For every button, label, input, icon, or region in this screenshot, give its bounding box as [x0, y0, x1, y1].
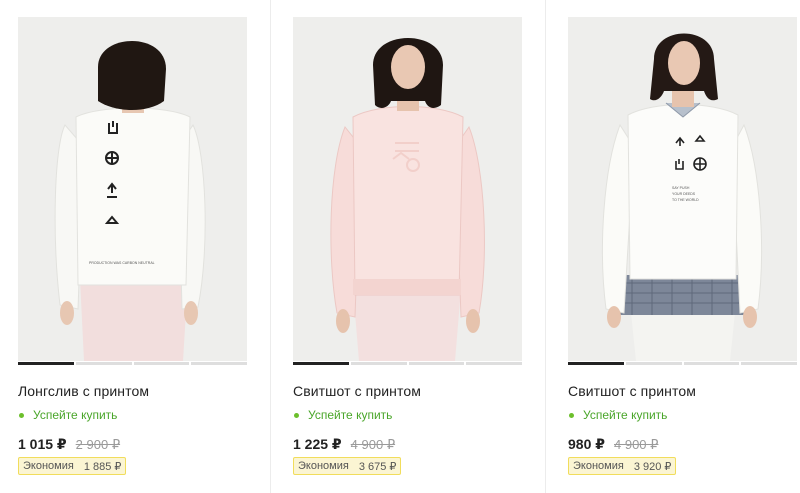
slider-dot[interactable]: [568, 362, 624, 365]
savings-badge: Экономия 3 920 ₽: [568, 457, 677, 475]
old-price: 4 900 ₽: [350, 437, 396, 452]
savings-amount: 1 885 ₽: [83, 460, 122, 473]
slider-dot[interactable]: [75, 362, 132, 365]
product-image[interactable]: PRODUCTION WAS CARBON NEUTRAL: [18, 17, 247, 361]
current-price: 1 225 ₽: [293, 436, 342, 452]
product-title[interactable]: Свитшот с принтом: [293, 383, 421, 399]
availability-status: Успейте купить: [293, 408, 392, 422]
status-text: Успейте купить: [33, 408, 118, 422]
product-image[interactable]: SAY PUSH YOUR DEEDS TO THE WORLD: [568, 17, 797, 361]
savings-badge: Экономия 1 885 ₽: [18, 457, 127, 475]
old-price: 4 900 ₽: [614, 437, 659, 452]
status-dot-icon: [569, 412, 574, 418]
svg-text:YOUR DEEDS: YOUR DEEDS: [672, 192, 696, 196]
status-dot-icon: [294, 412, 299, 418]
image-slider-indicator[interactable]: [293, 362, 522, 366]
status-text: Успейте купить: [308, 408, 393, 422]
image-slider-indicator[interactable]: [18, 362, 247, 366]
old-price: 2 900 ₽: [75, 437, 121, 452]
column-divider: [270, 0, 271, 493]
slider-dot[interactable]: [18, 362, 74, 365]
slider-dot[interactable]: [466, 362, 522, 365]
savings-amount: 3 920 ₽: [633, 460, 672, 473]
column-divider: [545, 0, 546, 493]
savings-badge: Экономия 3 675 ₽: [293, 457, 402, 475]
product-title[interactable]: Свитшот с принтом: [568, 383, 696, 399]
slider-dot[interactable]: [408, 362, 465, 365]
savings-label: Экономия: [23, 460, 74, 472]
slider-dot[interactable]: [350, 362, 407, 365]
svg-text:SAY PUSH: SAY PUSH: [672, 186, 690, 190]
savings-amount: 3 675 ₽: [358, 460, 397, 473]
slider-dot[interactable]: [625, 362, 682, 365]
svg-text:TO THE WORLD: TO THE WORLD: [672, 198, 699, 202]
status-dot-icon: [19, 412, 24, 418]
current-price: 980 ₽: [568, 436, 605, 452]
product-title[interactable]: Лонгслив с принтом: [18, 383, 149, 399]
savings-label: Экономия: [298, 460, 349, 472]
slider-dot[interactable]: [293, 362, 349, 365]
product-card[interactable]: Свитшот с принтом Успейте купить 1 225 ₽…: [293, 0, 527, 493]
slider-dot[interactable]: [133, 362, 190, 365]
woman-front-pink-sweatshirt-icon: [293, 17, 522, 361]
slider-dot[interactable]: [191, 362, 247, 365]
slider-dot[interactable]: [683, 362, 740, 365]
availability-status: Успейте купить: [568, 408, 667, 422]
price-block: 980 ₽ 4 900 ₽: [568, 436, 658, 453]
status-text: Успейте купить: [583, 408, 668, 422]
product-card[interactable]: PRODUCTION WAS CARBON NEUTRAL Лонгслив с…: [18, 0, 252, 493]
price-block: 1 015 ₽ 2 900 ₽: [18, 436, 120, 453]
price-block: 1 225 ₽ 4 900 ₽: [293, 436, 395, 453]
product-grid: PRODUCTION WAS CARBON NEUTRAL Лонгслив с…: [0, 0, 800, 493]
savings-label: Экономия: [573, 460, 624, 472]
slider-dot[interactable]: [741, 362, 797, 365]
image-slider-indicator[interactable]: [568, 362, 797, 366]
product-card[interactable]: SAY PUSH YOUR DEEDS TO THE WORLD Свитшот…: [568, 0, 800, 493]
woman-back-white-longsleeve-icon: PRODUCTION WAS CARBON NEUTRAL: [18, 17, 247, 361]
availability-status: Успейте купить: [18, 408, 117, 422]
woman-front-white-sweatshirt-icon: SAY PUSH YOUR DEEDS TO THE WORLD: [568, 17, 797, 361]
svg-text:PRODUCTION WAS CARBON NEUTRAL: PRODUCTION WAS CARBON NEUTRAL: [89, 261, 155, 265]
product-image[interactable]: [293, 17, 522, 361]
current-price: 1 015 ₽: [18, 436, 67, 452]
